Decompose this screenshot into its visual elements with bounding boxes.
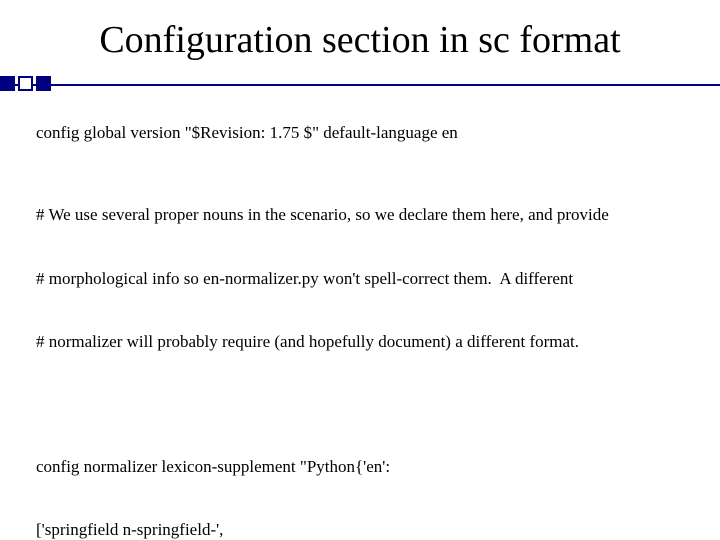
rule-squares [0,76,54,91]
square-outline-icon [18,76,33,91]
lexicon-entry: ['springfield n-springfield-', [36,519,684,540]
comment-line: # We use several proper nouns in the sce… [36,204,684,225]
square-icon [0,76,15,91]
lexicon-block: config normalizer lexicon-supplement "Py… [36,413,684,540]
slide-body: config global version "$Revision: 1.75 $… [0,100,720,540]
title-rule [0,70,720,100]
comment-line: # normalizer will probably require (and … [36,331,684,352]
comment-block: # We use several proper nouns in the sce… [36,161,684,395]
square-icon [36,76,51,91]
slide-title: Configuration section in sc format [0,0,720,68]
slide: Configuration section in sc format confi… [0,0,720,540]
rule-line [0,84,720,86]
lexicon-header: config normalizer lexicon-supplement "Py… [36,456,684,477]
comment-line: # morphological info so en-normalizer.py… [36,268,684,289]
config-global-line: config global version "$Revision: 1.75 $… [36,122,684,143]
